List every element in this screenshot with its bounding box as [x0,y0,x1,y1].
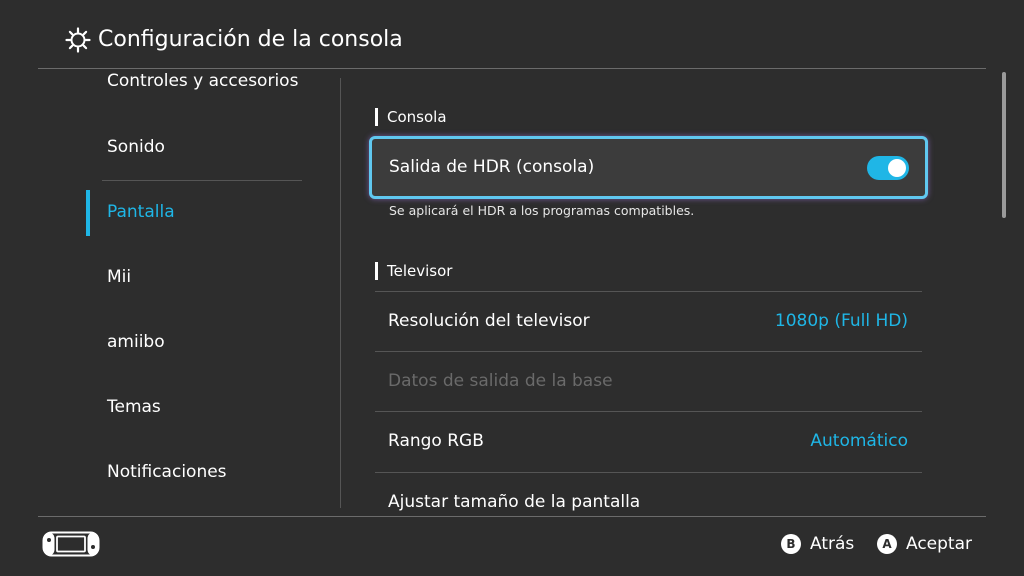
screen-size-label[interactable]: Ajustar tamaño de la pantalla [388,472,640,516]
settings-panel: Consola Salida de HDR (consola) Se aplic… [341,69,1001,516]
sidebar-divider [102,180,302,181]
footer-divider [38,516,986,517]
sidebar-item-amiibo[interactable]: amiibo [107,322,165,362]
sidebar: Controles y accesorios Sonido Pantalla M… [0,69,340,516]
section-title: Consola [387,108,447,126]
section-header-televisor: Televisor [375,261,452,281]
back-button[interactable]: B Atrás [781,531,854,557]
sidebar-active-indicator [86,190,90,236]
rgb-range-label[interactable]: Rango RGB [388,411,484,471]
tv-resolution-label[interactable]: Resolución del televisor [388,291,590,351]
sidebar-item-mii[interactable]: Mii [107,257,131,297]
page-title: Configuración de la consola [98,27,403,52]
sidebar-item-temas[interactable]: Temas [107,387,161,427]
hdr-output-label: Salida de HDR (consola) [389,157,595,177]
system-settings-screen: Configuración de la consola Controles y … [0,0,1024,576]
back-label: Atrás [810,534,855,554]
accept-button[interactable]: A Aceptar [877,531,972,557]
sidebar-item-controles[interactable]: Controles y accesorios [107,69,298,101]
gear-icon [65,27,91,53]
header: Configuración de la consola [0,0,1024,68]
tv-resolution-value: 1080p (Full HD) [774,311,908,331]
hdr-toggle[interactable] [867,156,909,180]
section-title: Televisor [387,262,453,280]
scrollbar[interactable] [1002,72,1006,218]
accept-label: Aceptar [906,534,972,554]
sidebar-item-pantalla[interactable]: Pantalla [107,192,175,232]
dock-output-label: Datos de salida de la base [388,371,613,391]
section-header-consola: Consola [375,107,447,127]
sidebar-item-notificaciones[interactable]: Notificaciones [107,452,227,492]
sidebar-item-sonido[interactable]: Sonido [107,127,165,167]
hdr-output-setting[interactable]: Salida de HDR (consola) [369,136,928,199]
b-button-icon: B [781,534,801,554]
handheld-console-icon [42,531,100,557]
hdr-description: Se aplicará el HDR a los programas compa… [389,203,695,218]
a-button-icon: A [877,534,897,554]
toggle-knob [888,159,906,177]
rgb-range-value: Automático [810,431,908,451]
